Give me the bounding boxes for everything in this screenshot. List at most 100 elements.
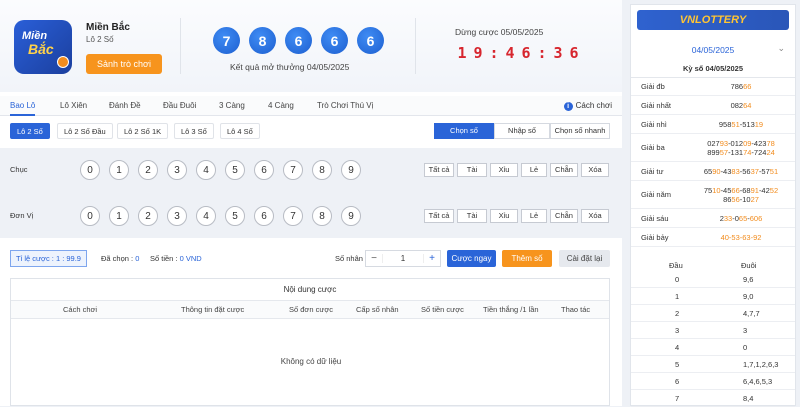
head-digit: 1 — [675, 292, 680, 301]
countdown-digit: 3 — [553, 44, 563, 62]
prize-name: Giải tư — [641, 166, 664, 176]
countdown-timer: 1 9 : 4 6 : 3 6 — [455, 44, 581, 62]
select-small-button[interactable]: Xỉu — [490, 209, 518, 223]
number-ball[interactable]: 9 — [341, 160, 361, 180]
select-all-button[interactable]: Tất cả — [424, 163, 454, 177]
head-tail-row: 6 6,4,6,5,3 — [631, 373, 795, 390]
select-even-button[interactable]: Chẵn — [550, 163, 578, 177]
number-ball[interactable]: 9 — [341, 206, 361, 226]
clear-button[interactable]: Xóa — [581, 209, 609, 223]
number-ball[interactable]: 1 — [109, 206, 129, 226]
subtab-lo-2-so[interactable]: Lô 2 Số — [10, 123, 50, 139]
number-ball[interactable]: 6 — [254, 160, 274, 180]
tab-3-cang[interactable]: 3 Càng — [219, 96, 245, 116]
select-small-button[interactable]: Xỉu — [490, 163, 518, 177]
select-all-button[interactable]: Tất cả — [424, 209, 454, 223]
tail-digits: 4,7,7 — [743, 309, 760, 318]
subtab-lo-4-so[interactable]: Lô 4 Số — [220, 123, 260, 139]
quick-bet-button[interactable]: Cược ngay — [447, 250, 496, 267]
prize-digits: 78 — [766, 139, 775, 148]
increase-button[interactable]: + — [424, 253, 440, 264]
add-number-button[interactable]: Thêm số — [502, 250, 552, 267]
number-ball[interactable]: 0 — [80, 160, 100, 180]
prize-row: Giải năm 7510-4566-6891-4252 8656-1027 — [631, 181, 795, 209]
prize-digits: 83 — [731, 167, 740, 176]
prize-row: Giải nhất 08264 — [631, 96, 795, 115]
number-ball[interactable]: 2 — [138, 160, 158, 180]
mode-chon-so-nhanh[interactable]: Chọn số nhanh — [550, 123, 610, 139]
prize-digits: -45 — [720, 186, 732, 195]
results-sidebar: VNLOTTERY 04/05/2025 ⌄ Kỳ số 04/05/2025 … — [630, 4, 796, 407]
mode-nhap-so[interactable]: Nhập số — [494, 123, 550, 139]
number-ball[interactable]: 7 — [283, 206, 303, 226]
prize-digits: 27 — [750, 195, 759, 204]
prize-name: Giải năm — [641, 190, 672, 199]
result-date-selector[interactable]: 04/05/2025 — [631, 45, 795, 55]
number-ball[interactable]: 3 — [167, 160, 187, 180]
picker-units: Đơn Vị 0 1 2 3 4 5 6 7 8 9 Tất cả Tài Xỉ… — [0, 182, 622, 238]
multiplier-input[interactable]: 1 — [382, 254, 424, 263]
subtab-lo-2-so-dau[interactable]: Lô 2 Số Đầu — [57, 123, 113, 139]
prize-digits: -56 — [739, 167, 751, 176]
prize-digits: 899 — [707, 148, 720, 157]
column-header: Cách chơi — [63, 305, 98, 314]
divider — [415, 18, 416, 74]
info-icon: i — [563, 102, 573, 111]
number-ball[interactable]: 4 — [196, 206, 216, 226]
prize-digits: 33 — [723, 214, 733, 223]
region-logo: Miền Bắc — [14, 20, 72, 74]
number-ball[interactable]: 8 — [312, 206, 332, 226]
reset-button[interactable]: Cài đặt lại — [559, 250, 610, 267]
number-ball[interactable]: 3 — [167, 206, 187, 226]
tail-digits: 3 — [743, 326, 748, 335]
prize-line: 7510-4566-6891-4252 — [691, 186, 791, 195]
chevron-down-icon[interactable]: ⌄ — [777, 43, 785, 54]
select-even-button[interactable]: Chẵn — [550, 209, 578, 223]
tab-lo-xien[interactable]: Lô Xiên — [60, 96, 87, 116]
prize-digits: 37 — [750, 167, 759, 176]
how-to-play-link[interactable]: i Cách chơi — [563, 101, 612, 111]
result-caption: Kết quả mở thưởng 04/05/2025 — [230, 62, 350, 72]
prize-digits: -0 — [732, 214, 739, 223]
column-header: Cấp số nhân — [356, 305, 399, 314]
clear-button[interactable]: Xóa — [581, 163, 609, 177]
number-ball[interactable]: 0 — [80, 206, 100, 226]
picked-value: 0 — [135, 254, 140, 263]
number-ball[interactable]: 8 — [312, 160, 332, 180]
number-ball[interactable]: 7 — [283, 160, 303, 180]
select-odd-button[interactable]: Lẻ — [521, 209, 547, 223]
prize-value: 78666 — [691, 82, 791, 91]
countdown-separator: : — [537, 44, 547, 62]
tail-digits: 0 — [743, 343, 748, 352]
number-ball[interactable]: 4 — [196, 160, 216, 180]
select-big-button[interactable]: Tài — [457, 209, 487, 223]
tab-tro-choi-thu-vi[interactable]: Trò Chơi Thú Vị — [317, 96, 373, 116]
tail-digits: 9,0 — [743, 292, 754, 301]
decrease-button[interactable]: − — [366, 253, 382, 264]
result-ball: 6 — [357, 27, 384, 54]
tab-dau-duoi[interactable]: Đầu Đuôi — [163, 96, 196, 116]
prize-digits: 606 — [749, 214, 763, 223]
prize-digits: 66 — [743, 82, 752, 91]
table-title: Nội dung cược — [11, 279, 609, 301]
select-big-button[interactable]: Tài — [457, 163, 487, 177]
number-ball[interactable]: 1 — [109, 160, 129, 180]
subtab-lo-2-so-1k[interactable]: Lô 2 Số 1K — [117, 123, 169, 139]
number-row: 0 1 2 3 4 5 6 7 8 9 — [80, 206, 361, 226]
subtab-lo-3-so[interactable]: Lô 3 Số — [174, 123, 214, 139]
row-label: Chục — [10, 165, 28, 174]
countdown-digit: 1 — [457, 44, 467, 62]
tab-4-cang[interactable]: 4 Càng — [268, 96, 294, 116]
number-ball[interactable]: 5 — [225, 206, 245, 226]
result-ball: 7 — [213, 27, 240, 54]
tab-danh-de[interactable]: Đánh Đề — [109, 96, 141, 116]
number-ball[interactable]: 6 — [254, 206, 274, 226]
head-tail-row: 1 9,0 — [631, 288, 795, 305]
mode-chon-so[interactable]: Chọn số — [434, 123, 494, 139]
number-ball[interactable]: 5 — [225, 160, 245, 180]
number-ball[interactable]: 2 — [138, 206, 158, 226]
tab-bao-lo[interactable]: Bao Lô — [10, 96, 36, 116]
lobby-button[interactable]: Sảnh trò chơi — [86, 54, 162, 74]
column-header: Tiền thắng /1 lần — [483, 305, 539, 314]
select-odd-button[interactable]: Lẻ — [521, 163, 547, 177]
